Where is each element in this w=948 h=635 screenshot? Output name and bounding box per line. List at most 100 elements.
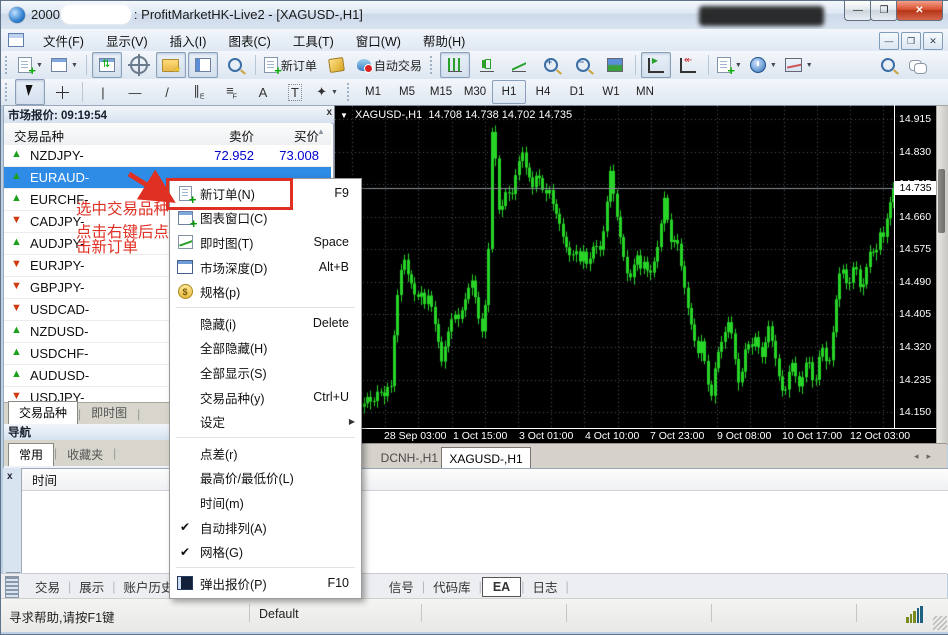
menu-help[interactable]: 帮助(H) [412,29,476,51]
menu-file[interactable]: 文件(F) [32,29,95,51]
navigator-tab-2[interactable]: 收藏夹 [57,444,113,466]
menu-view[interactable]: 显示(V) [95,29,159,51]
context-menu-item-16[interactable]: ✔自动排列(A) [170,515,361,540]
timeframe-h4[interactable]: H4 [526,80,560,104]
crosshair-button[interactable] [47,79,77,105]
search-button[interactable] [881,58,895,77]
timeframe-m5[interactable]: M5 [390,80,424,104]
terminal-tab-ea[interactable]: EA [482,577,521,597]
chart-shift-button[interactable] [673,52,703,78]
metaeditor-button[interactable] [322,52,352,78]
timeframe-d1[interactable]: D1 [560,80,594,104]
column-symbol[interactable]: 交易品种 [14,126,64,145]
data-window-button[interactable] [124,52,154,78]
context-menu-item-4[interactable]: 市场深度(D)Alt+B [170,255,361,280]
vertical-line-button[interactable]: | [88,79,118,105]
context-menu-item-17[interactable]: ✔网格(G) [170,539,361,564]
chart-child-icon[interactable] [8,33,24,47]
line-chart-button[interactable] [504,52,534,78]
status-profile[interactable]: Default [259,607,299,621]
terminal-tab-展示[interactable]: 展示 [71,575,112,598]
timeframe-m1[interactable]: M1 [356,80,390,104]
market-watch-tab-1[interactable]: 交易品种 [8,401,78,424]
resize-grip[interactable] [933,616,947,630]
text-label-button[interactable]: T [280,79,310,105]
tile-windows-button[interactable] [600,52,630,78]
menu-insert[interactable]: 插入(I) [159,29,218,51]
periods-button[interactable]: ▼ [747,52,780,78]
scroll-up-icon[interactable]: ▲ [317,127,325,136]
terminal-tab-交易[interactable]: 交易 [27,575,68,598]
zoom-out-button[interactable] [568,52,598,78]
profiles-button[interactable]: ▼ [48,52,81,78]
terminal-tab-代码库[interactable]: 代码库 [425,575,479,598]
candlestick-button[interactable] [472,52,502,78]
menu-charts[interactable]: 图表(C) [217,29,281,51]
close-button[interactable]: ✕ [896,1,943,21]
text-button[interactable]: A [248,79,278,105]
trendline-button[interactable]: / [152,79,182,105]
menu-window[interactable]: 窗口(W) [345,29,412,51]
navigator-tab-1[interactable]: 常用 [8,443,54,466]
restore-button[interactable]: ❐ [870,1,898,21]
toolbar-grip[interactable] [5,56,10,74]
context-menu-item-15[interactable]: 时间(m) [170,490,361,515]
toolbar-grip[interactable] [5,83,10,101]
terminal-column-header[interactable]: 时间 [22,469,948,491]
context-menu-item-5[interactable]: $规格(p) [170,279,361,304]
autotrading-button[interactable]: 自动交易 [354,52,425,78]
scrollbar-thumb[interactable] [938,169,945,233]
terminal-tab-日志[interactable]: 日志 [524,575,565,598]
channel-button[interactable]: ∥E [184,79,214,105]
fibonacci-button[interactable]: ≡F [216,79,246,105]
zoom-in-button[interactable] [536,52,566,78]
timeframe-m15[interactable]: M15 [424,80,458,104]
context-menu-item-9[interactable]: 全部显示(S) [170,360,361,385]
market-watch-row-nzdjpy[interactable]: ▲NZDJPY-72.95273.008 [4,145,331,167]
candlestick-chart[interactable] [335,106,895,429]
context-menu-item-10[interactable]: 交易品种(y)Ctrl+U [170,385,361,410]
navigator-toggle-button[interactable] [156,52,186,78]
market-watch-caption[interactable]: 市场报价: 09:19:54 x [4,106,335,124]
terminal-close-icon[interactable]: x [7,471,13,482]
strategy-tester-button[interactable] [220,52,250,78]
mdi-restore-button[interactable]: ❐ [901,32,921,50]
context-menu-item-13[interactable]: 点差(r) [170,441,361,466]
chart-right-scrollbar[interactable] [936,105,948,445]
context-menu-item-14[interactable]: 最高价/最低价(L) [170,466,361,491]
horizontal-line-button[interactable]: — [120,79,150,105]
terminal-tab-信号[interactable]: 信号 [381,575,422,598]
context-menu-item-3[interactable]: 即时图(T)Space [170,230,361,255]
market-watch-toggle-button[interactable] [92,52,122,78]
market-watch-close-icon[interactable]: x [326,107,332,118]
cursor-button[interactable] [15,79,45,105]
mdi-close-button[interactable]: ✕ [923,32,943,50]
toolbar-grip[interactable] [347,83,352,101]
connection-status-icon[interactable] [906,606,923,623]
tab-scroll-arrows[interactable]: ◂▸ [914,451,939,462]
indicators-button[interactable]: ▼ [714,52,745,78]
context-menu-item-19[interactable]: 弹出报价(P)F10 [170,571,361,596]
timeframe-h1[interactable]: H1 [492,80,526,104]
bar-chart-button[interactable] [440,52,470,78]
toolbar-grip[interactable] [430,56,435,74]
mdi-minimize-button[interactable]: — [879,32,899,50]
timeframe-w1[interactable]: W1 [594,80,628,104]
column-buy[interactable]: 买价 [219,126,319,145]
terminal-toggle-button[interactable] [188,52,218,78]
community-chat-button[interactable] [909,59,925,77]
new-chart-button[interactable]: ▼ [15,52,46,78]
market-watch-tab-2[interactable]: 即时图 [81,402,137,424]
menu-tools[interactable]: 工具(T) [282,29,345,51]
context-menu-item-7[interactable]: 隐藏(i)Delete [170,311,361,336]
templates-button[interactable]: ▼ [782,52,816,78]
arrows-button[interactable]: ✦▼ [312,79,342,105]
timeframe-m30[interactable]: M30 [458,80,492,104]
chart-tab-xagusd[interactable]: XAGUSD-,H1 [441,447,531,469]
auto-scroll-button[interactable] [641,52,671,78]
context-menu-item-8[interactable]: 全部隐藏(H) [170,336,361,361]
context-menu-item-11[interactable]: 设定▶ [170,409,361,434]
chart-dropdown-icon[interactable]: ▼ [340,111,348,120]
tabbar-grip-icon[interactable] [5,576,19,598]
new-order-button[interactable]: 新订单 [261,52,320,78]
